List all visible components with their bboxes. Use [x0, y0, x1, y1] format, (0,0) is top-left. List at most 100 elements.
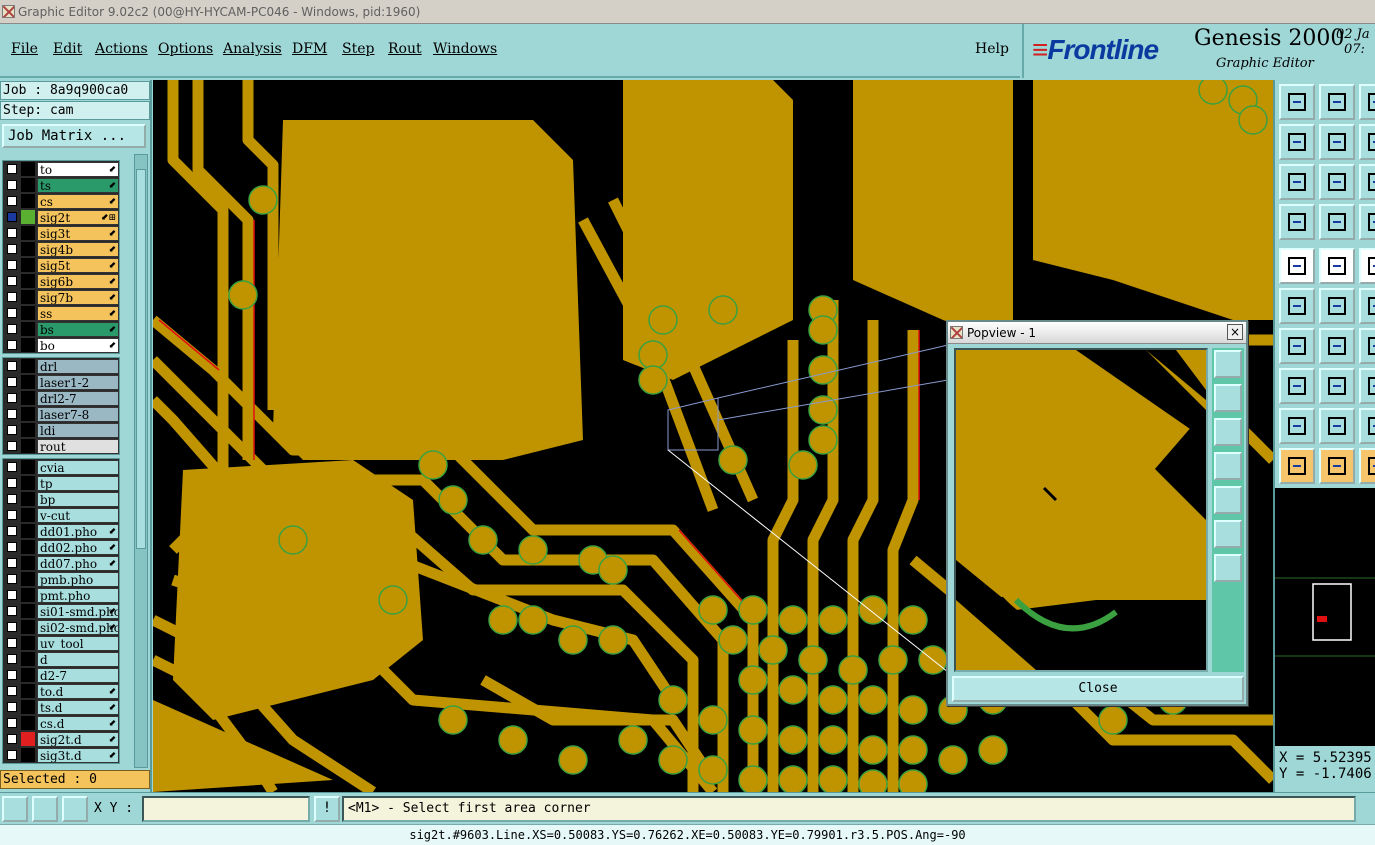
layer-color-swatch[interactable] — [21, 359, 35, 373]
layer-name[interactable]: drl — [37, 358, 119, 374]
layer-name[interactable]: bo ⬋ — [37, 337, 119, 353]
layer-checkbox[interactable] — [7, 526, 17, 536]
layer-checkbox[interactable] — [7, 292, 17, 302]
layer-color-swatch[interactable] — [21, 620, 35, 634]
layer-checkbox[interactable] — [7, 164, 17, 174]
layer-checkbox[interactable] — [7, 750, 17, 760]
layer-checkbox[interactable] — [7, 212, 17, 222]
popview-close-button[interactable]: Close — [952, 676, 1244, 702]
layer-row-laser1-2[interactable]: laser1-2 — [3, 374, 119, 390]
pad-button[interactable] — [1279, 368, 1315, 404]
layer-name[interactable]: tp — [37, 475, 119, 491]
popview-canvas[interactable] — [954, 348, 1208, 672]
layer-row-sig7b[interactable]: sig7b ⬋ — [3, 289, 119, 305]
layer-checkbox[interactable] — [7, 462, 17, 472]
layer-name[interactable]: sig4b ⬋ — [37, 241, 119, 257]
layer-row-sig2t[interactable]: sig2t ⬋⊞ — [3, 209, 119, 225]
layer-name[interactable]: cs.d ⬋ — [37, 715, 119, 731]
popview-fit-button[interactable] — [1214, 520, 1242, 548]
layer-name[interactable]: laser7-8 — [37, 406, 119, 422]
layer-checkbox[interactable] — [7, 180, 17, 190]
layer-name[interactable]: sig2t ⬋⊞ — [37, 209, 119, 225]
layer-checkbox[interactable] — [7, 590, 17, 600]
layer-color-swatch[interactable] — [21, 668, 35, 682]
layer-name[interactable]: rout — [37, 438, 119, 454]
zoom-home-button[interactable] — [1279, 84, 1315, 120]
layer-name[interactable]: pmt.pho — [37, 587, 119, 603]
layer-name[interactable]: laser1-2 — [37, 374, 119, 390]
menu-windows[interactable]: Windows — [433, 41, 497, 57]
layer-color-swatch[interactable] — [21, 732, 35, 746]
layer-row-dd07.pho[interactable]: dd07.pho ⬋ — [3, 555, 119, 571]
layer-color-swatch[interactable] — [21, 556, 35, 570]
zoom-extra-button[interactable] — [1359, 84, 1375, 120]
layer-row-rout[interactable]: rout — [3, 438, 119, 454]
dash-line-button[interactable] — [1319, 368, 1355, 404]
layer-color-swatch[interactable] — [21, 604, 35, 618]
layer-color-swatch[interactable] — [21, 540, 35, 554]
layer-row-ts[interactable]: ts ⬋ — [3, 177, 119, 193]
layer-color-swatch[interactable] — [21, 588, 35, 602]
arrow-down-button[interactable] — [1359, 328, 1375, 364]
delete-node-button[interactable] — [1319, 288, 1355, 324]
layer-name[interactable]: d — [37, 651, 119, 667]
layer-color-swatch[interactable] — [21, 274, 35, 288]
menu-help[interactable]: Help — [975, 41, 1009, 57]
connect-button[interactable] — [1279, 288, 1315, 324]
layer-checkbox[interactable] — [7, 276, 17, 286]
popview-pan-right-button[interactable] — [1214, 486, 1242, 514]
layer-color-swatch[interactable] — [21, 684, 35, 698]
layer-row-pmt.pho[interactable]: pmt.pho — [3, 587, 119, 603]
menu-edit[interactable]: Edit — [53, 41, 82, 57]
layer-color-swatch[interactable] — [21, 306, 35, 320]
overview-map[interactable] — [1275, 488, 1375, 746]
layer-name[interactable]: to ⬋ — [37, 161, 119, 177]
layer-color-swatch[interactable] — [21, 178, 35, 192]
layer-color-swatch[interactable] — [21, 524, 35, 538]
layer-row-cs[interactable]: cs ⬋ — [3, 193, 119, 209]
layer-color-swatch[interactable] — [21, 652, 35, 666]
layer-checkbox[interactable] — [7, 425, 17, 435]
link-button[interactable] — [1359, 288, 1375, 324]
menu-file[interactable]: File — [11, 41, 38, 57]
layer-color-swatch[interactable] — [21, 508, 35, 522]
layer-checkbox[interactable] — [7, 409, 17, 419]
layer-row-dd01.pho[interactable]: dd01.pho ⬋ — [3, 523, 119, 539]
layer-row-to.d[interactable]: to.d ⬋ — [3, 683, 119, 699]
layer-color-swatch[interactable] — [21, 700, 35, 714]
layer-checkbox[interactable] — [7, 228, 17, 238]
layer-color-swatch[interactable] — [21, 439, 35, 453]
layer-color-swatch[interactable] — [21, 423, 35, 437]
layer-name[interactable]: sig3t.d ⬋ — [37, 747, 119, 763]
menu-rout[interactable]: Rout — [388, 41, 422, 57]
layer-name[interactable]: dd01.pho ⬋ — [37, 523, 119, 539]
layer-color-swatch[interactable] — [21, 322, 35, 336]
fit-screen-button[interactable] — [1279, 164, 1315, 200]
popview-pan-left-button[interactable] — [1214, 452, 1242, 480]
route-button[interactable] — [1359, 204, 1375, 240]
line-button[interactable] — [1279, 328, 1315, 364]
layer-checkbox[interactable] — [7, 260, 17, 270]
menu-analysis[interactable]: Analysis — [223, 41, 282, 57]
layer-row-dd02.pho[interactable]: dd02.pho ⬋ — [3, 539, 119, 555]
arc-button[interactable] — [1359, 408, 1375, 444]
layer-color-swatch[interactable] — [21, 162, 35, 176]
layer-color-swatch[interactable] — [21, 572, 35, 586]
layer-checkbox[interactable] — [7, 622, 17, 632]
layer-color-swatch[interactable] — [21, 460, 35, 474]
layer-name[interactable]: si01-smd.pho ⬋ — [37, 603, 119, 619]
layer-checkbox[interactable] — [7, 510, 17, 520]
layer-row-to[interactable]: to ⬋ — [3, 161, 119, 177]
layer-row-si01-smd.pho[interactable]: si01-smd.pho ⬋ — [3, 603, 119, 619]
pan-left-button[interactable] — [1279, 124, 1315, 160]
layer-name[interactable]: si02-smd.pho ⬋ — [37, 619, 119, 635]
layer-color-swatch[interactable] — [21, 407, 35, 421]
layer-row-pmb.pho[interactable]: pmb.pho — [3, 571, 119, 587]
layer-row-sig2t.d[interactable]: sig2t.d ⬋ — [3, 731, 119, 747]
popview-close-icon[interactable]: × — [1227, 324, 1243, 340]
layer-row-tp[interactable]: tp — [3, 475, 119, 491]
triangle-select-button[interactable] — [1319, 408, 1355, 444]
layer-name[interactable]: drl2-7 — [37, 390, 119, 406]
layer-checkbox[interactable] — [7, 377, 17, 387]
layer-row-sig3t.d[interactable]: sig3t.d ⬋ — [3, 747, 119, 763]
